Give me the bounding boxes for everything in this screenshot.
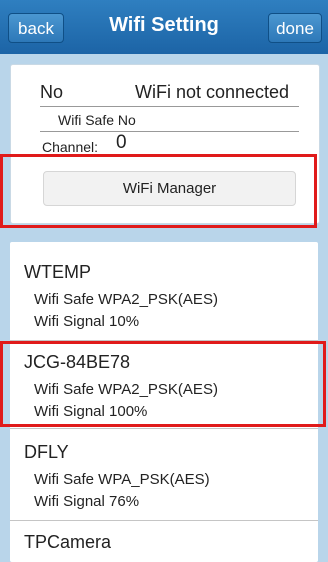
network-name[interactable]: WTEMP bbox=[24, 262, 91, 283]
connection-status: WiFi not connected bbox=[135, 82, 290, 102]
done-button[interactable]: done bbox=[268, 13, 322, 43]
network-name[interactable]: TPCamera bbox=[24, 532, 111, 553]
network-signal: Wifi Signal 10% bbox=[34, 313, 140, 330]
list-divider bbox=[10, 428, 318, 429]
divider bbox=[40, 131, 299, 132]
highlight-box-wifi-manager bbox=[0, 154, 317, 228]
network-security: Wifi Safe WPA_PSK(AES) bbox=[34, 471, 210, 488]
channel-value: 0 bbox=[116, 132, 127, 153]
divider bbox=[40, 106, 299, 107]
network-name[interactable]: DFLY bbox=[24, 442, 69, 463]
channel-label: Channel: bbox=[42, 139, 99, 155]
network-security: Wifi Safe WPA2_PSK(AES) bbox=[34, 291, 218, 308]
network-signal: Wifi Signal 76% bbox=[34, 493, 140, 510]
list-divider bbox=[10, 520, 318, 521]
highlight-box-selected-network bbox=[0, 341, 326, 427]
connection-no-label: No bbox=[40, 82, 64, 102]
wifi-safe-status: Wifi Safe No bbox=[58, 112, 136, 128]
